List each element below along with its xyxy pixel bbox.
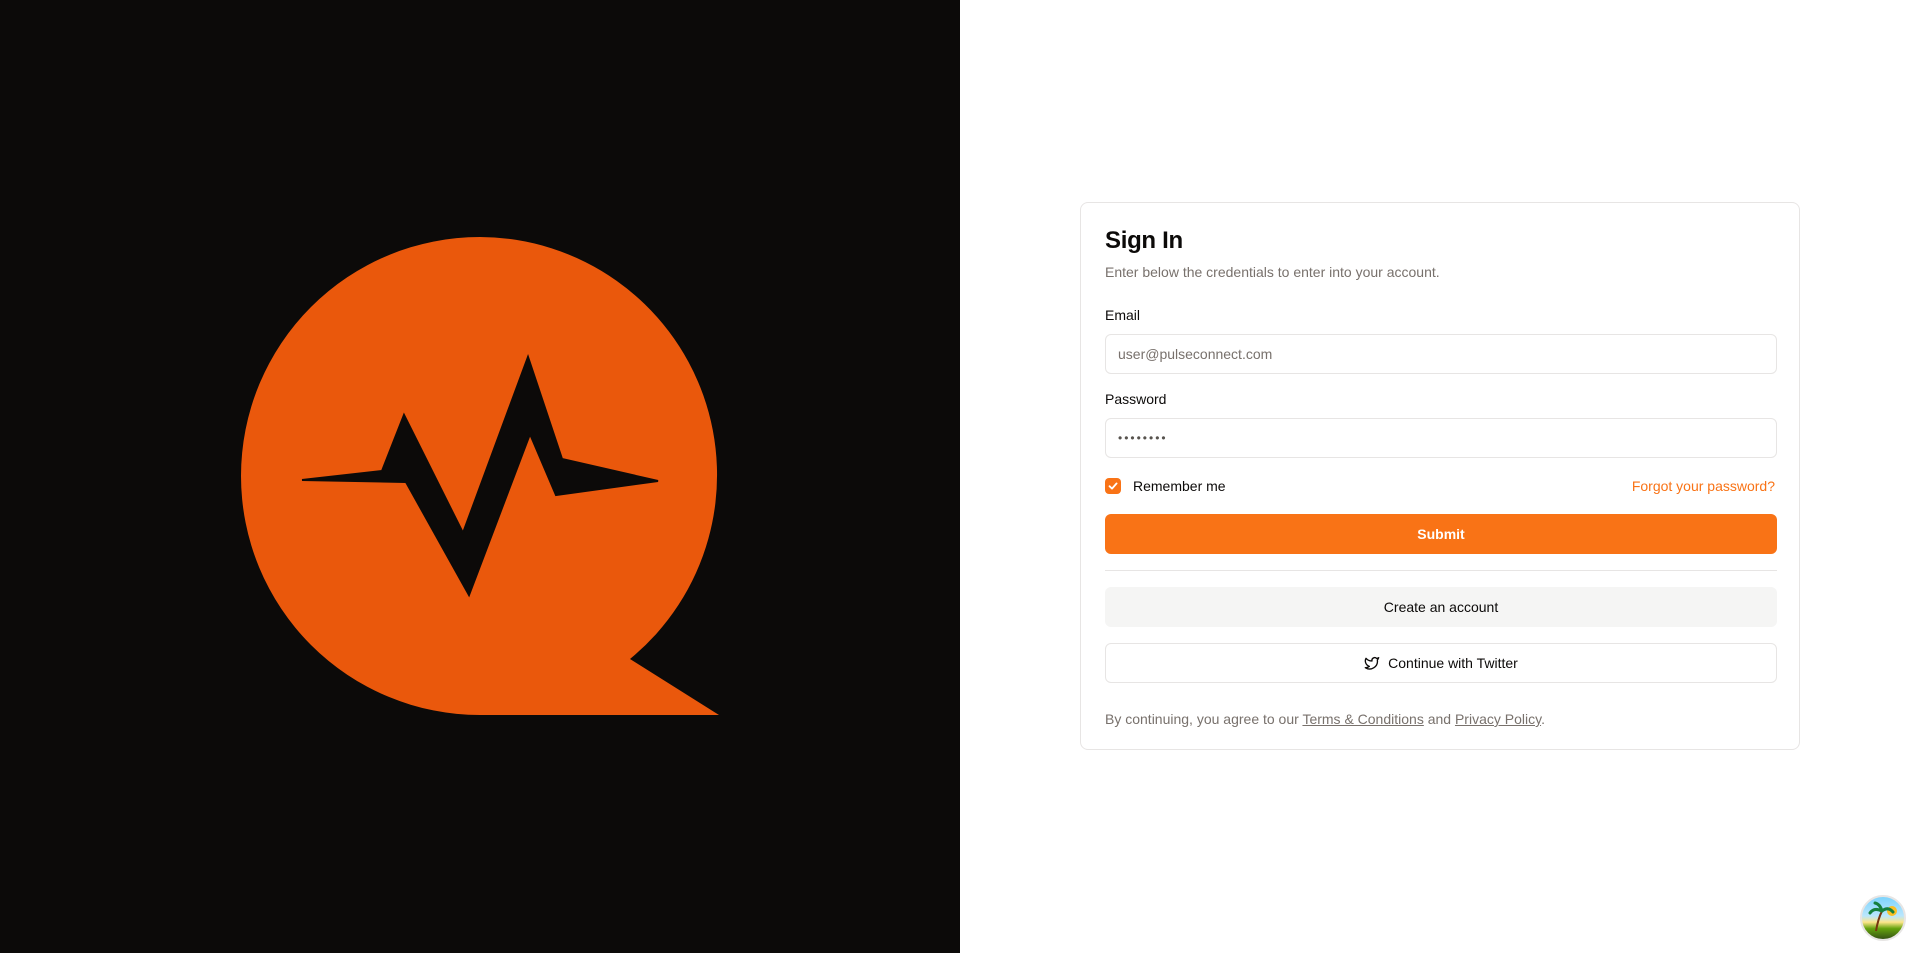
check-icon — [1108, 482, 1118, 490]
divider — [1105, 570, 1777, 571]
beach-avatar-icon[interactable] — [1860, 895, 1906, 941]
password-value: •••••••• — [1118, 431, 1168, 445]
page-subtitle: Enter below the credentials to enter int… — [1105, 264, 1440, 280]
password-label: Password — [1105, 391, 1167, 407]
email-label: Email — [1105, 307, 1141, 323]
remember-row: Remember me Forgot your password? — [1105, 476, 1775, 496]
terms-text: By continuing, you agree to our Terms & … — [1105, 709, 1775, 729]
create-account-button[interactable]: Create an account — [1105, 587, 1777, 627]
twitter-bird-icon — [1364, 657, 1380, 670]
twitter-label: Continue with Twitter — [1388, 655, 1518, 671]
signin-card: Sign In Enter below the credentials to e… — [1080, 202, 1800, 750]
privacy-link[interactable]: Privacy Policy — [1455, 711, 1541, 727]
palm-tree-icon — [1868, 901, 1897, 932]
terms-suffix: . — [1541, 711, 1545, 727]
remember-checkbox[interactable] — [1105, 478, 1121, 494]
terms-link[interactable]: Terms & Conditions — [1302, 711, 1423, 727]
remember-me[interactable]: Remember me — [1105, 478, 1226, 494]
remember-label: Remember me — [1133, 478, 1226, 494]
brand-panel — [0, 0, 960, 953]
email-placeholder: user@pulseconnect.com — [1118, 346, 1273, 362]
pulse-chat-bubble-icon — [241, 237, 719, 715]
password-group: Password •••••••• — [1105, 390, 1777, 458]
terms-middle: and — [1423, 711, 1455, 727]
terms-prefix: By continuing, you agree to our — [1105, 711, 1303, 727]
password-field[interactable]: •••••••• — [1105, 418, 1777, 458]
page-title: Sign In — [1105, 227, 1183, 254]
forgot-password-link[interactable]: Forgot your password? — [1632, 478, 1775, 494]
form-panel: Sign In Enter below the credentials to e… — [960, 0, 1920, 953]
twitter-button[interactable]: Continue with Twitter — [1105, 643, 1777, 683]
email-group: Email user@pulseconnect.com — [1105, 306, 1777, 374]
submit-button[interactable]: Submit — [1105, 514, 1777, 554]
email-field[interactable]: user@pulseconnect.com — [1105, 334, 1777, 374]
